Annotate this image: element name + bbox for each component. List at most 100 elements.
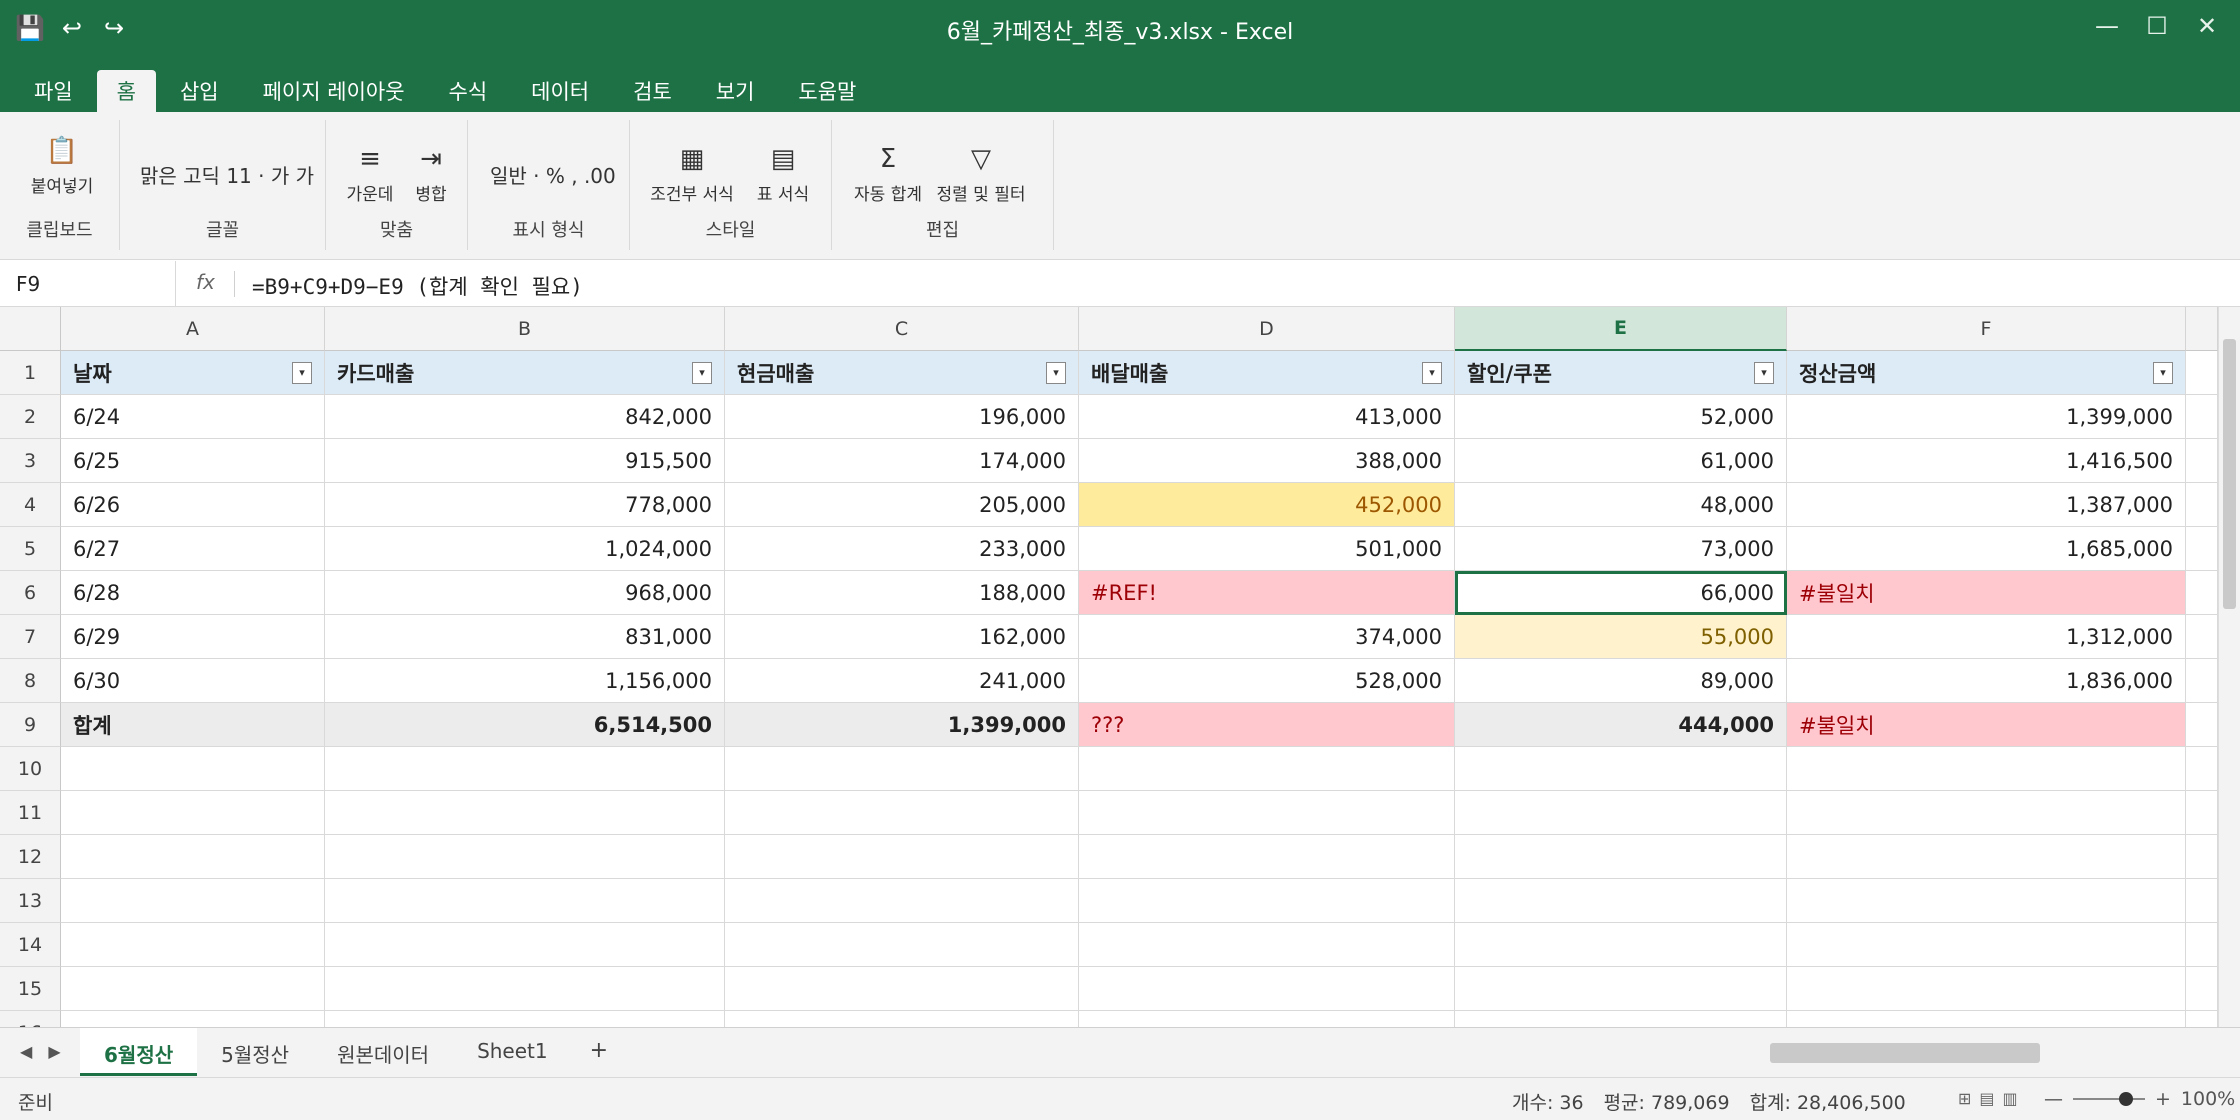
column-header[interactable]: B	[325, 307, 725, 351]
close-icon[interactable]: ✕	[2194, 12, 2220, 40]
font-selector[interactable]: 맑은 고딕 11 · 가 가	[140, 160, 314, 189]
page-layout-view-icon[interactable]: ▤	[1979, 1089, 1994, 1108]
row-header[interactable]: 7	[0, 615, 61, 659]
row-header[interactable]: 11	[0, 791, 61, 835]
empty-cell[interactable]	[1787, 879, 2186, 923]
date-cell[interactable]: 6/25	[61, 439, 325, 483]
filter-dropdown-icon[interactable]: ▾	[2153, 361, 2173, 384]
value-cell[interactable]: 842,000	[325, 395, 725, 439]
row-header[interactable]: 3	[0, 439, 61, 483]
value-cell[interactable]: 388,000	[1079, 439, 1455, 483]
value-cell[interactable]: 205,000	[725, 483, 1079, 527]
empty-cell[interactable]	[1079, 791, 1455, 835]
empty-cell[interactable]	[1079, 923, 1455, 967]
empty-cell[interactable]	[1079, 747, 1455, 791]
empty-cell[interactable]	[325, 747, 725, 791]
header-cell[interactable]: 카드매출 ▾	[325, 351, 725, 395]
cell[interactable]	[2186, 835, 2218, 879]
maximize-icon[interactable]: ☐	[2144, 12, 2170, 40]
empty-cell[interactable]	[1787, 835, 2186, 879]
cell[interactable]	[2186, 439, 2218, 483]
value-cell[interactable]: 241,000	[725, 659, 1079, 703]
row-header[interactable]: 5	[0, 527, 61, 571]
row-header[interactable]: 12	[0, 835, 61, 879]
format-table-button[interactable]: ▤ 표 서식	[748, 144, 818, 205]
ribbon-tab[interactable]: 페이지 레이아웃	[243, 70, 425, 112]
total-cell[interactable]: 6,514,500	[325, 703, 725, 747]
header-cell[interactable]: 배달매출 ▾	[1079, 351, 1455, 395]
value-cell[interactable]: 1,024,000	[325, 527, 725, 571]
horizontal-scroll-thumb[interactable]	[1770, 1043, 2040, 1063]
sheet-tab[interactable]: 6월정산	[80, 1028, 198, 1076]
date-cell[interactable]: 6/24	[61, 395, 325, 439]
empty-cell[interactable]	[725, 923, 1079, 967]
value-cell[interactable]: 528,000	[1079, 659, 1455, 703]
prev-sheet-icon[interactable]: ◀	[20, 1042, 32, 1061]
empty-cell[interactable]	[61, 923, 325, 967]
empty-cell[interactable]	[61, 967, 325, 1011]
date-cell[interactable]: 6/29	[61, 615, 325, 659]
column-header[interactable]: F	[1787, 307, 2186, 351]
value-cell[interactable]: 196,000	[725, 395, 1079, 439]
value-cell[interactable]: 1,399,000	[1787, 395, 2186, 439]
value-cell[interactable]: 61,000	[1455, 439, 1787, 483]
empty-cell[interactable]	[725, 791, 1079, 835]
row-header[interactable]: 13	[0, 879, 61, 923]
value-cell[interactable]: 1,156,000	[325, 659, 725, 703]
row-header[interactable]: 2	[0, 395, 61, 439]
cell[interactable]	[2186, 395, 2218, 439]
value-cell[interactable]: #불일치	[1787, 571, 2186, 615]
empty-cell[interactable]	[1787, 923, 2186, 967]
conditional-format-button[interactable]: ▦ 조건부 서식	[644, 144, 740, 205]
empty-cell[interactable]	[61, 835, 325, 879]
zoom-slider[interactable]	[2073, 1092, 2145, 1106]
cell[interactable]	[2186, 615, 2218, 659]
value-cell[interactable]: 1,836,000	[1787, 659, 2186, 703]
empty-cell[interactable]	[1455, 835, 1787, 879]
value-cell[interactable]: 968,000	[325, 571, 725, 615]
value-cell[interactable]: 501,000	[1079, 527, 1455, 571]
empty-cell[interactable]	[1787, 967, 2186, 1011]
ribbon-tab[interactable]: 도움말	[778, 70, 876, 112]
empty-cell[interactable]	[61, 747, 325, 791]
value-cell[interactable]: 778,000	[325, 483, 725, 527]
select-all-corner[interactable]	[0, 307, 61, 351]
number-format-selector[interactable]: 일반 · % , .00	[490, 160, 616, 189]
cell[interactable]	[2186, 527, 2218, 571]
cell[interactable]	[2186, 791, 2218, 835]
cell[interactable]	[2186, 923, 2218, 967]
cell[interactable]	[2186, 747, 2218, 791]
sheet-tab[interactable]: 5월정산	[197, 1028, 313, 1076]
vertical-scroll-thumb[interactable]	[2223, 339, 2236, 609]
filter-dropdown-icon[interactable]: ▾	[1422, 361, 1442, 384]
empty-cell[interactable]	[1787, 1011, 2186, 1027]
value-cell[interactable]: 831,000	[325, 615, 725, 659]
header-cell[interactable]: 할인/쿠폰 ▾	[1455, 351, 1787, 395]
cell[interactable]	[2186, 659, 2218, 703]
empty-cell[interactable]	[1079, 835, 1455, 879]
empty-cell[interactable]	[61, 1011, 325, 1027]
sheet-tab[interactable]: Sheet1	[453, 1028, 572, 1076]
column-header[interactable]: E	[1455, 307, 1787, 351]
name-box[interactable]: F9	[0, 261, 176, 307]
empty-cell[interactable]	[325, 791, 725, 835]
empty-cell[interactable]	[325, 923, 725, 967]
value-cell[interactable]: 55,000	[1455, 615, 1787, 659]
insert-function-icon[interactable]: fx	[196, 270, 215, 294]
merge-button[interactable]: ⇥ 병합	[406, 144, 456, 205]
empty-cell[interactable]	[725, 835, 1079, 879]
date-cell[interactable]: 6/27	[61, 527, 325, 571]
paste-button[interactable]: 📋 붙여넣기	[22, 136, 102, 197]
empty-cell[interactable]	[1455, 923, 1787, 967]
value-cell[interactable]: 73,000	[1455, 527, 1787, 571]
cell[interactable]	[2186, 879, 2218, 923]
row-header[interactable]: 9	[0, 703, 61, 747]
value-cell[interactable]: 1,312,000	[1787, 615, 2186, 659]
value-cell[interactable]: #REF!	[1079, 571, 1455, 615]
next-sheet-icon[interactable]: ▶	[48, 1042, 60, 1061]
empty-cell[interactable]	[61, 879, 325, 923]
cell[interactable]	[2186, 1011, 2218, 1027]
empty-cell[interactable]	[1455, 791, 1787, 835]
ribbon-tab[interactable]: 홈	[96, 70, 156, 112]
cell[interactable]	[2186, 483, 2218, 527]
